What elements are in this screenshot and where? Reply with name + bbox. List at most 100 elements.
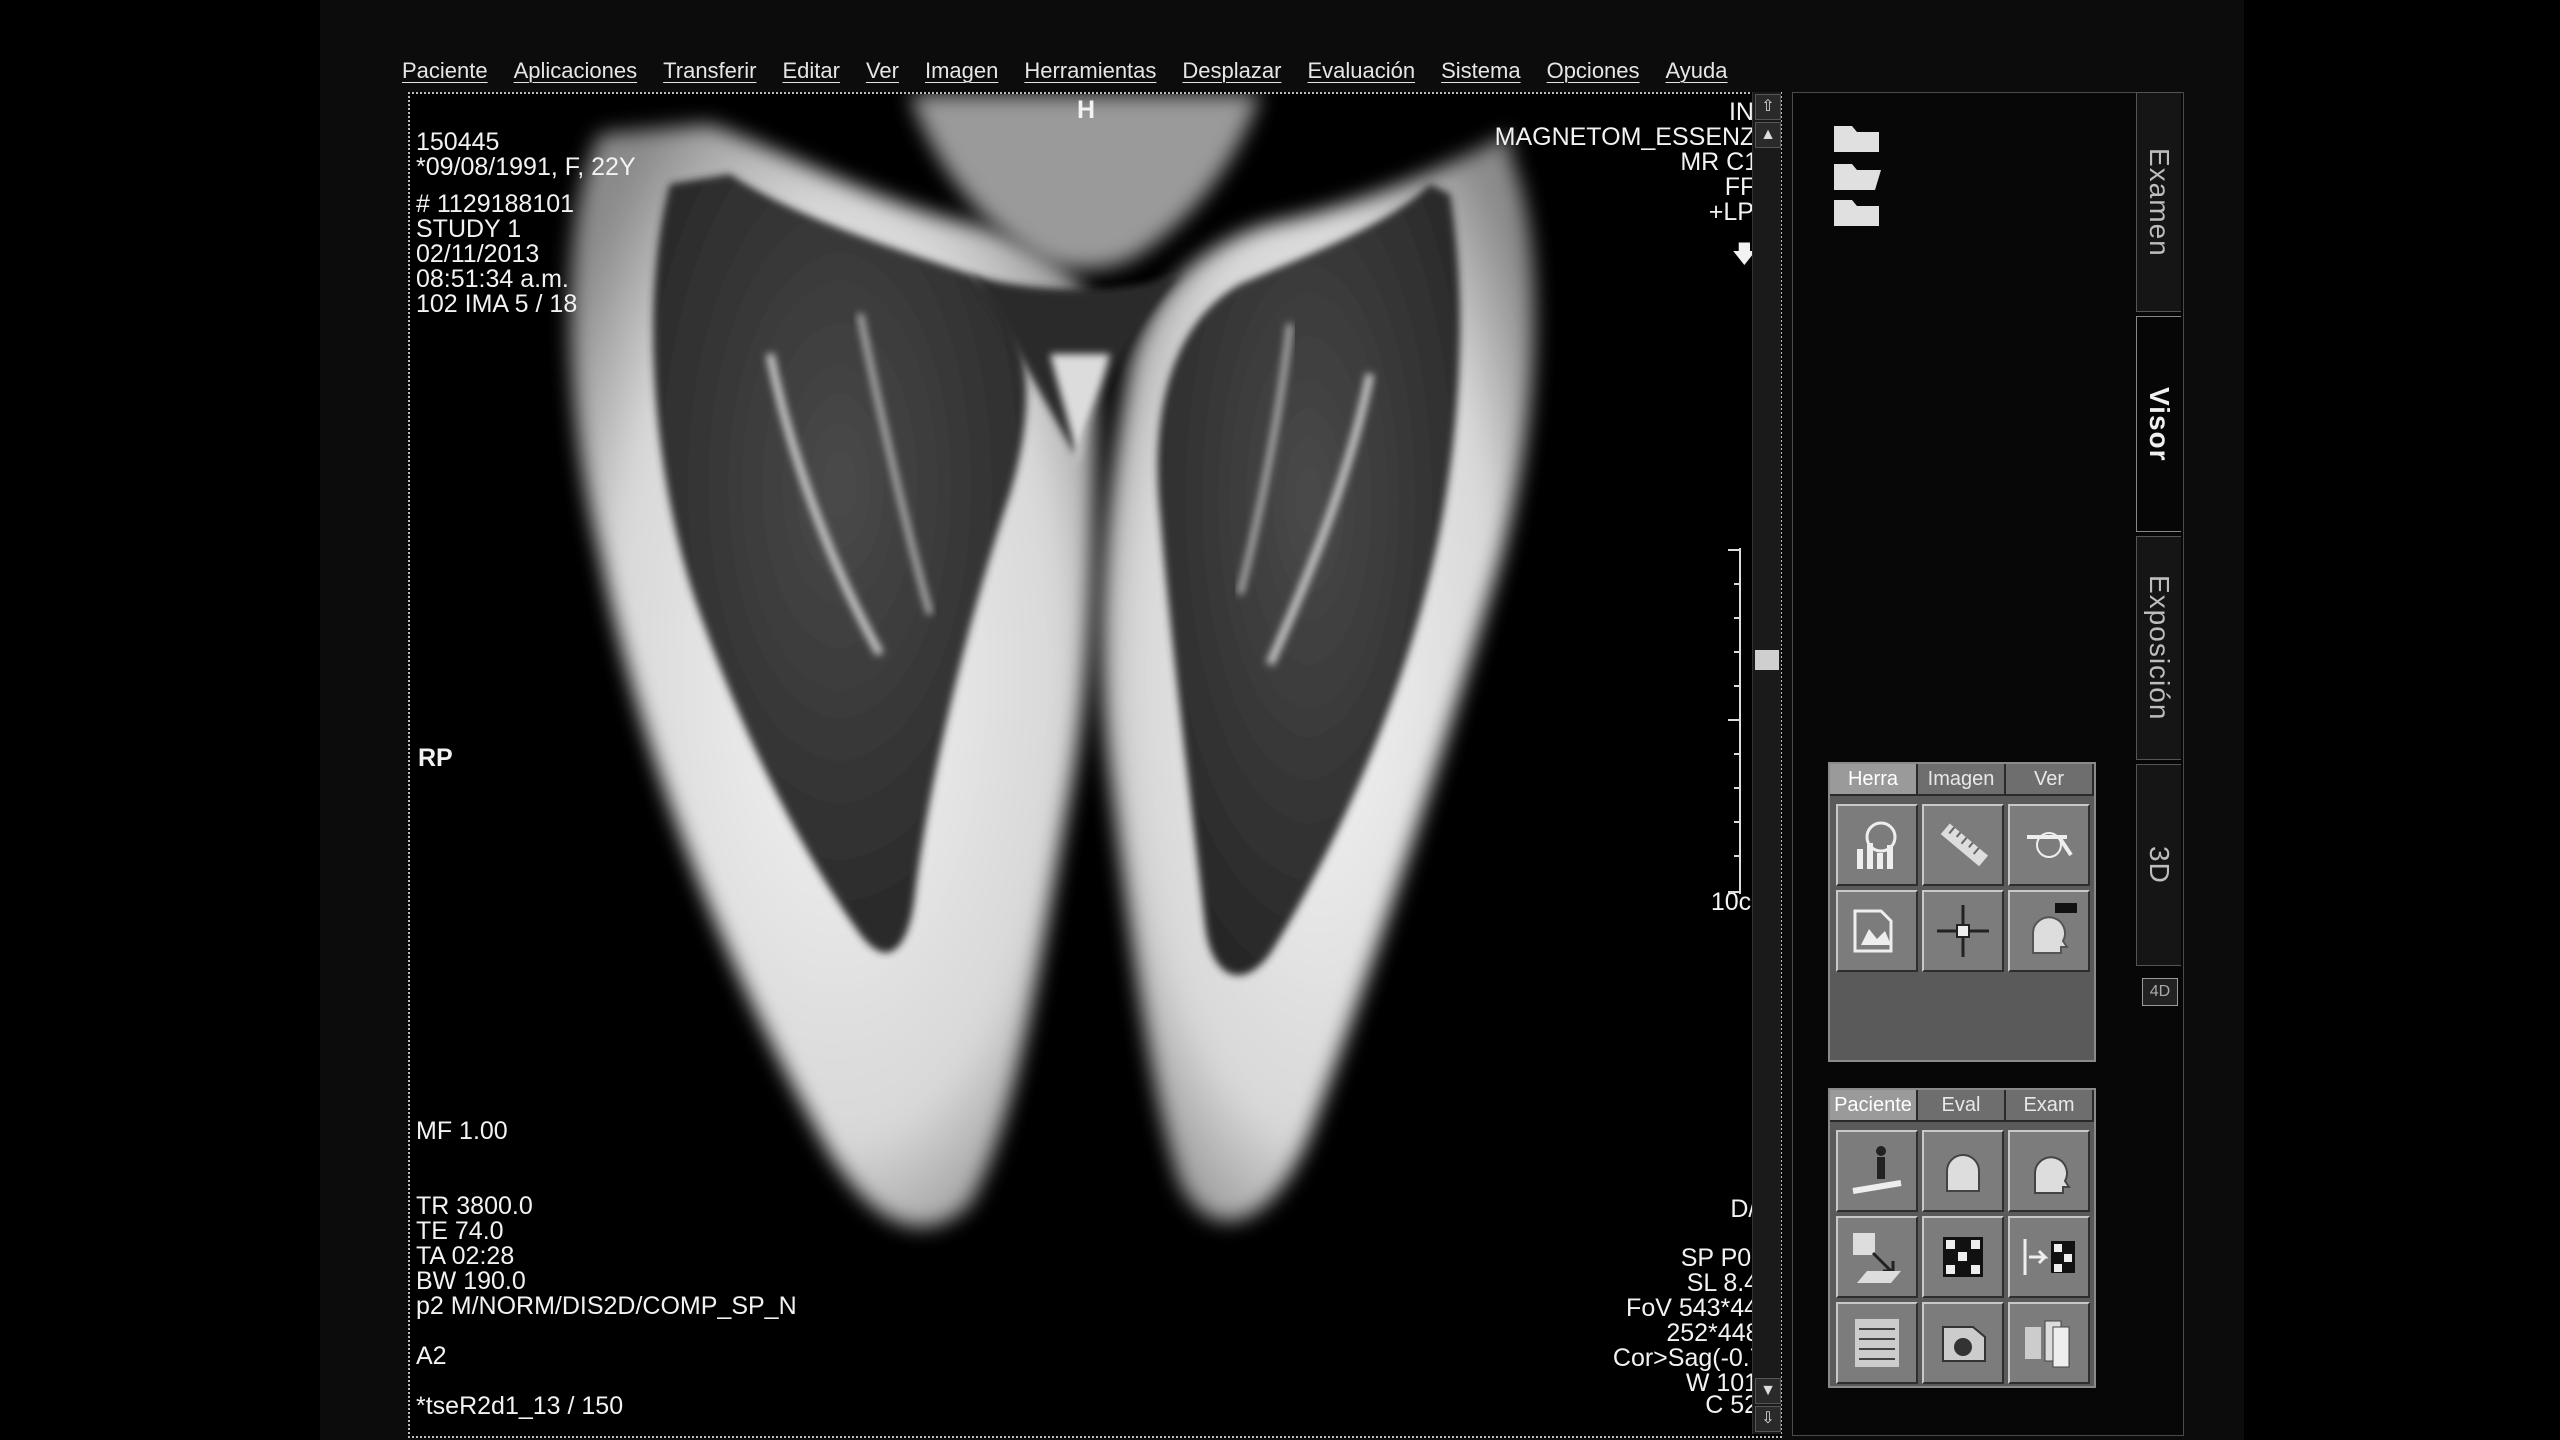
scroll-up-button[interactable]: ▲ [1755,122,1781,148]
scanner-info-block: INC MAGNETOM_ESSENZA MR C13 FFS +LPH [1495,100,1772,225]
study-name: STUDY 1 [416,215,522,243]
scrollbar-thumb[interactable] [1755,650,1779,670]
menu-paciente[interactable]: Paciente [402,58,488,84]
distance-ruler-tool[interactable] [1922,804,2004,886]
layout-switch-icon [2023,1239,2075,1275]
orientation-top-label: H [1077,96,1096,124]
camera-icon [1942,1326,1986,1362]
sequence-params-block: TR 3800.0 TE 74.0 TA 02:28 BW 190.0 p2 M… [416,1194,797,1419]
series-list-icon [1855,1319,1899,1367]
stack-compare-tool[interactable] [2008,1302,2090,1384]
patient-figure-icon [1852,1146,1902,1194]
image-viewport[interactable]: H RP 150445 *09/08/1991, F, 22Y # 112918… [408,92,1782,1438]
load-arrow-icon [1853,1233,1901,1283]
tab-paciente[interactable]: Paciente [1830,1090,1918,1122]
crosshair-tool[interactable] [1922,890,2004,972]
head-side-tool[interactable] [2008,1130,2090,1212]
tab-ver[interactable]: Ver [2006,764,2094,796]
head-view-tool[interactable] [2008,890,2090,972]
mr-code: MR C13 [1680,148,1772,176]
study-number: # 1129188101 [416,190,575,218]
orientation-left-label: RP [418,744,453,772]
bw-value: BW 190.0 [416,1267,526,1295]
matrix-size: 252*448s [1666,1319,1772,1347]
sequence-name: *tseR2d1_13 / 150 [416,1392,624,1420]
menu-opciones[interactable]: Opciones [1547,58,1640,84]
image-scrollbar[interactable]: ⇧ ▲ ▼ ⇩ [1752,92,1781,1434]
image-info: 102 IMA 5 / 18 [416,290,578,318]
roi-statistics-tool[interactable] [1836,804,1918,886]
ruler-icon [1940,823,1989,867]
tab-exposicion[interactable]: Exposición [2136,536,2181,760]
tab-herramientas[interactable]: Herra [1830,764,1918,796]
patient-birth-info: *09/08/1991, F, 22Y [416,153,636,181]
scale-ruler [1728,548,1741,894]
patient-id: 150445 [416,128,500,156]
slice-position: SP P0.1 [1680,1244,1772,1272]
histogram-icon [1857,821,1897,869]
image-filter-icon [1853,909,1893,953]
menu-evaluacion[interactable]: Evaluación [1307,58,1415,84]
patient-position-tool[interactable] [1836,1130,1918,1212]
patient-panel: Paciente Eval Exam [1828,1088,2096,1388]
menu-editar[interactable]: Editar [782,58,839,84]
tab-exam[interactable]: Exam [2006,1090,2094,1122]
institution-label: INC [1728,98,1772,126]
folder-stack-icon[interactable] [1832,120,1892,230]
grid-layout-icon [1943,1237,1983,1277]
scroll-bottom-button[interactable]: ⇩ [1755,1406,1781,1432]
angle-icon [2027,832,2073,858]
head-profile-icon [2032,903,2077,954]
tab-imagen[interactable]: Imagen [1918,764,2006,796]
tab-4d[interactable]: 4D [2142,978,2178,1006]
layout-switch-tool[interactable] [2008,1216,2090,1298]
tab-exposicion-label: Exposición [2144,575,2175,721]
tools-panel-tabs: Herra Imagen Ver [1830,764,2094,796]
head-side-icon [2034,1156,2071,1194]
study-date: 02/11/2013 [416,240,540,268]
menu-aplicaciones[interactable]: Aplicaciones [514,58,638,84]
screen: Paciente Aplicaciones Transferir Editar … [320,0,2244,1440]
geometry-params-block: SP P0.1 SL 8.40 FoV 543*442 252*448s Cor… [1613,1246,1772,1418]
scanner-name: MAGNETOM_ESSENZA [1494,123,1772,151]
tab-visor-label: Visor [2144,386,2175,462]
menu-desplazar[interactable]: Desplazar [1182,58,1281,84]
angle-measure-tool[interactable] [2008,804,2090,886]
menu-ayuda[interactable]: Ayuda [1666,58,1728,84]
menu-herramientas[interactable]: Herramientas [1024,58,1156,84]
menu-bar: Paciente Aplicaciones Transferir Editar … [402,50,2002,92]
scroll-down-button[interactable]: ▼ [1755,1378,1781,1404]
tab-examen-label: Examen [2144,147,2175,257]
tab-3d-label: 3D [2144,846,2175,884]
orientation-angle: Cor>Sag(-0.7) [1612,1344,1772,1372]
image-filter-tool[interactable] [1836,890,1918,972]
series-list-tool[interactable] [1836,1302,1918,1384]
menu-ver[interactable]: Ver [866,58,899,84]
tab-3d[interactable]: 3D [2136,764,2181,966]
field-of-view: FoV 543*442 [1626,1294,1772,1322]
tab-examen[interactable]: Examen [2136,92,2181,312]
menu-transferir[interactable]: Transferir [663,58,756,84]
coil-label: A2 [416,1342,447,1370]
protocol-text: p2 M/NORM/DIS2D/COMP_SP_N [416,1292,797,1320]
tr-value: TR 3800.0 [416,1192,533,1220]
load-images-tool[interactable] [1836,1216,1918,1298]
study-time: 08:51:34 a.m. [416,265,569,293]
layout-grid-tool[interactable] [1922,1216,2004,1298]
menu-sistema[interactable]: Sistema [1441,58,1520,84]
te-value: TE 74.0 [416,1217,504,1245]
stack-compare-icon [2025,1320,2070,1368]
crosshair-icon [1937,905,1989,957]
tab-visor[interactable]: Visor [2136,316,2181,532]
patient-panel-tabs: Paciente Eval Exam [1830,1090,2094,1122]
patient-position: FFS [1724,173,1772,201]
head-front-tool[interactable] [1922,1130,2004,1212]
camera-tool[interactable] [1922,1302,2004,1384]
tools-panel: Herra Imagen Ver [1828,762,2096,1062]
tab-eval[interactable]: Eval [1918,1090,2006,1122]
scroll-top-button[interactable]: ⇧ [1755,94,1781,120]
patient-info-block: 150445 *09/08/1991, F, 22Y # 1129188101 … [416,130,636,317]
menu-imagen[interactable]: Imagen [925,58,998,84]
coordinate-system: +LPH [1708,198,1772,226]
slice-thickness: SL 8.40 [1686,1269,1772,1297]
